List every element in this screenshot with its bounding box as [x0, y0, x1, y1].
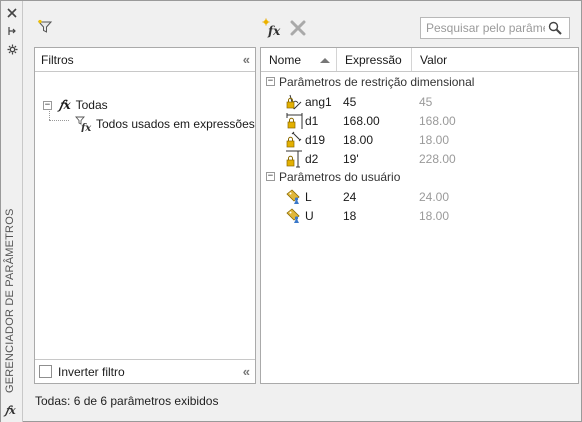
svg-text:fx: fx — [267, 24, 281, 38]
new-filter-icon[interactable] — [36, 19, 54, 35]
invert-filter-label[interactable]: Inverter filtro — [58, 365, 125, 379]
parameters-manager-window: GERENCIADOR DE PARÂMETROS 𝑓x fx Pesquisa… — [0, 0, 582, 422]
filters-header: Filtros « — [35, 48, 255, 72]
collapse-filters-button[interactable]: « — [243, 53, 250, 66]
parameter-expression[interactable]: 24 — [343, 190, 356, 204]
palette-title-bar: GERENCIADOR DE PARÂMETROS 𝑓x — [1, 1, 23, 422]
collapse-group-icon[interactable]: − — [266, 172, 275, 181]
parameter-name: L — [305, 189, 312, 204]
column-header-expression[interactable]: Expressão — [337, 48, 412, 71]
parameter-name: U — [305, 208, 314, 223]
parameter-value: 18.00 — [419, 208, 450, 223]
parameter-expression[interactable]: 18.00 — [343, 133, 373, 147]
new-user-parameter-icon[interactable]: fx — [262, 18, 282, 38]
parameter-name: d19 — [305, 132, 326, 147]
filters-panel: Filtros « − 𝑓x Todas fx Todos usados em … — [34, 47, 256, 384]
aligned-dimension-icon — [286, 131, 302, 147]
parameter-expression[interactable]: 19' — [343, 152, 359, 166]
fx-icon: 𝑓x — [5, 404, 16, 417]
collapse-node-icon[interactable]: − — [43, 100, 52, 110]
auto-hide-icon[interactable] — [5, 25, 19, 37]
parameter-expression[interactable]: 45 — [343, 95, 356, 109]
group-row-dimensional[interactable]: − Parâmetros de restrição dimensional — [261, 72, 578, 91]
table-row[interactable]: U 18 18.00 — [261, 206, 578, 225]
table-row[interactable]: d1 168.00 168.00 — [261, 111, 578, 130]
sort-ascending-icon — [320, 58, 330, 63]
table-row[interactable]: d2 19' 228.00 — [261, 149, 578, 168]
search-icon[interactable] — [545, 18, 565, 38]
table-header: Nome Expressão Valor — [261, 48, 578, 72]
filters-footer: Inverter filtro « — [35, 359, 255, 383]
properties-icon[interactable] — [5, 43, 19, 55]
table-row[interactable]: d19 18.00 18.00 — [261, 130, 578, 149]
parameter-name: d1 — [305, 113, 319, 128]
search-box[interactable] — [420, 17, 570, 39]
tree-item-todas[interactable]: − 𝑓x Todas — [43, 96, 108, 114]
angular-dimension-icon — [286, 94, 302, 109]
vertical-dimension-icon — [286, 150, 302, 167]
svg-text:fx: fx — [80, 123, 92, 132]
invert-filter-checkbox[interactable] — [39, 365, 52, 378]
parameter-value: 24.00 — [419, 189, 450, 204]
parameter-expression[interactable]: 18 — [343, 209, 356, 223]
status-bar-text: Todas: 6 de 6 parâmetros exibidos — [35, 394, 219, 408]
delete-icon[interactable] — [289, 19, 307, 37]
filter-tree: − 𝑓x Todas fx Todos usados em expressões — [35, 72, 255, 355]
collapse-filters-bottom-button[interactable]: « — [243, 365, 250, 378]
column-header-value[interactable]: Valor — [412, 48, 578, 71]
user-parameter-icon — [286, 207, 300, 223]
tree-item-label: Todos usados em expressões — [96, 117, 255, 131]
parameter-value: 168.00 — [419, 113, 456, 128]
parameter-name: d2 — [305, 151, 319, 166]
palette-title: GERENCIADOR DE PARÂMETROS — [4, 208, 16, 394]
tree-item-used-in-expressions[interactable]: fx Todos usados em expressões — [75, 115, 255, 133]
parameter-value: 45 — [419, 94, 433, 109]
fx-icon: 𝑓x — [59, 98, 71, 112]
close-icon[interactable] — [5, 7, 19, 19]
table-row[interactable]: ang1 45 45 — [261, 92, 578, 111]
user-parameter-icon — [286, 188, 300, 204]
group-row-user[interactable]: − Parâmetros do usuário — [261, 167, 578, 186]
parameter-value: 228.00 — [419, 151, 456, 166]
collapse-group-icon[interactable]: − — [266, 77, 275, 86]
parameter-name: ang1 — [305, 94, 332, 109]
toolbar: fx — [24, 9, 580, 39]
parameter-expression[interactable]: 168.00 — [343, 114, 380, 128]
filters-title: Filtros — [41, 52, 74, 67]
tree-item-label: Todas — [75, 98, 108, 112]
horizontal-dimension-icon — [286, 112, 303, 129]
search-input[interactable] — [421, 19, 545, 37]
column-header-name[interactable]: Nome — [261, 48, 337, 71]
parameter-value: 18.00 — [419, 132, 450, 147]
parameters-grid: Nome Expressão Valor − Parâmetros de res… — [260, 47, 579, 384]
filter-fx-icon: fx — [75, 116, 93, 132]
table-row[interactable]: L 24 24.00 — [261, 187, 578, 206]
